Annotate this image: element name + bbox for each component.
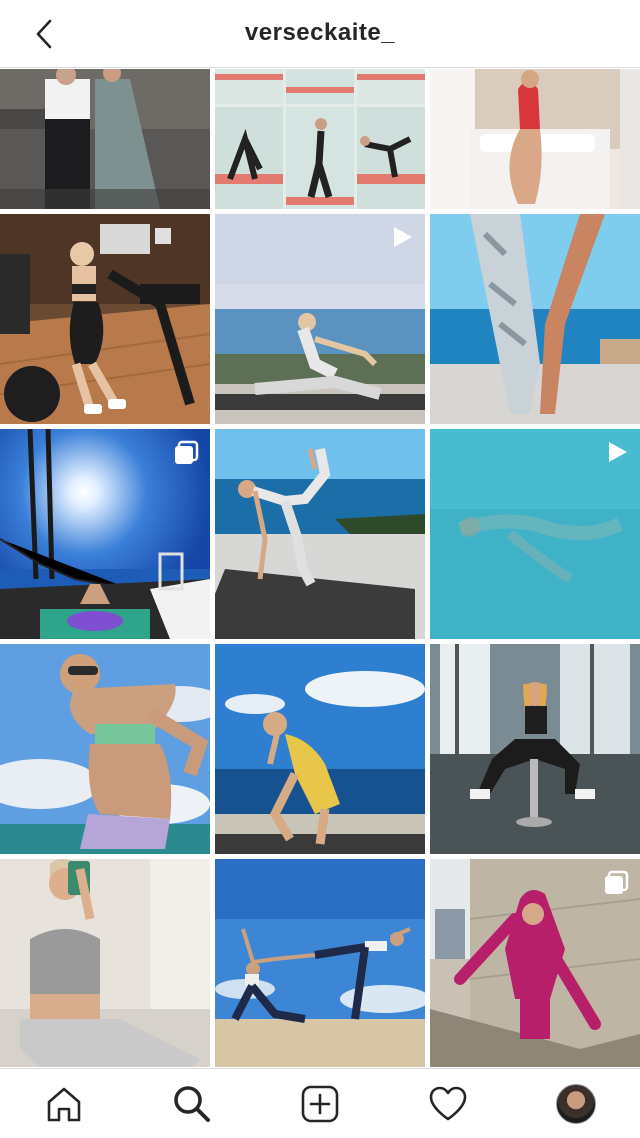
post-thumbnail [430,214,640,424]
post-tile[interactable] [215,859,425,1067]
post-tile[interactable] [215,69,425,209]
post-thumbnail [215,644,425,854]
post-thumbnail [0,644,210,854]
post-thumbnail [0,859,210,1067]
post-tile[interactable] [430,214,640,424]
search-icon [174,1085,210,1122]
post-tile[interactable] [0,214,210,424]
nav-profile-button[interactable] [546,1074,606,1134]
post-thumbnail [0,69,210,209]
post-tile[interactable] [430,859,640,1067]
video-icon [609,442,627,462]
post-tile[interactable] [0,644,210,854]
home-icon [47,1087,81,1121]
carousel-icon [605,870,629,894]
top-header: verseckaite_ [0,0,640,68]
nav-new-post-button[interactable] [290,1074,350,1134]
bottom-nav [0,1068,640,1138]
post-tile[interactable] [430,644,640,854]
post-tile[interactable] [215,644,425,854]
video-icon [394,227,412,247]
post-thumbnail [215,859,425,1067]
post-tile[interactable] [430,429,640,639]
profile-username: verseckaite_ [244,19,396,46]
post-tile[interactable] [0,69,210,209]
post-tile[interactable] [0,859,210,1067]
post-tile[interactable] [430,69,640,209]
post-thumbnail [215,429,425,639]
post-tile[interactable] [0,429,210,639]
carousel-icon [175,440,199,464]
post-thumbnail [0,214,210,424]
new-post-icon [301,1085,339,1122]
post-thumbnail [215,69,425,209]
nav-search-button[interactable] [162,1074,222,1134]
nav-home-button[interactable] [34,1074,94,1134]
post-tile[interactable] [215,429,425,639]
profile-avatar [556,1083,596,1124]
post-thumbnail [430,644,640,854]
post-tile[interactable] [215,214,425,424]
posts-grid [0,69,640,1067]
nav-activity-button[interactable] [418,1074,478,1134]
heart-icon [429,1086,467,1120]
post-thumbnail [430,69,640,209]
